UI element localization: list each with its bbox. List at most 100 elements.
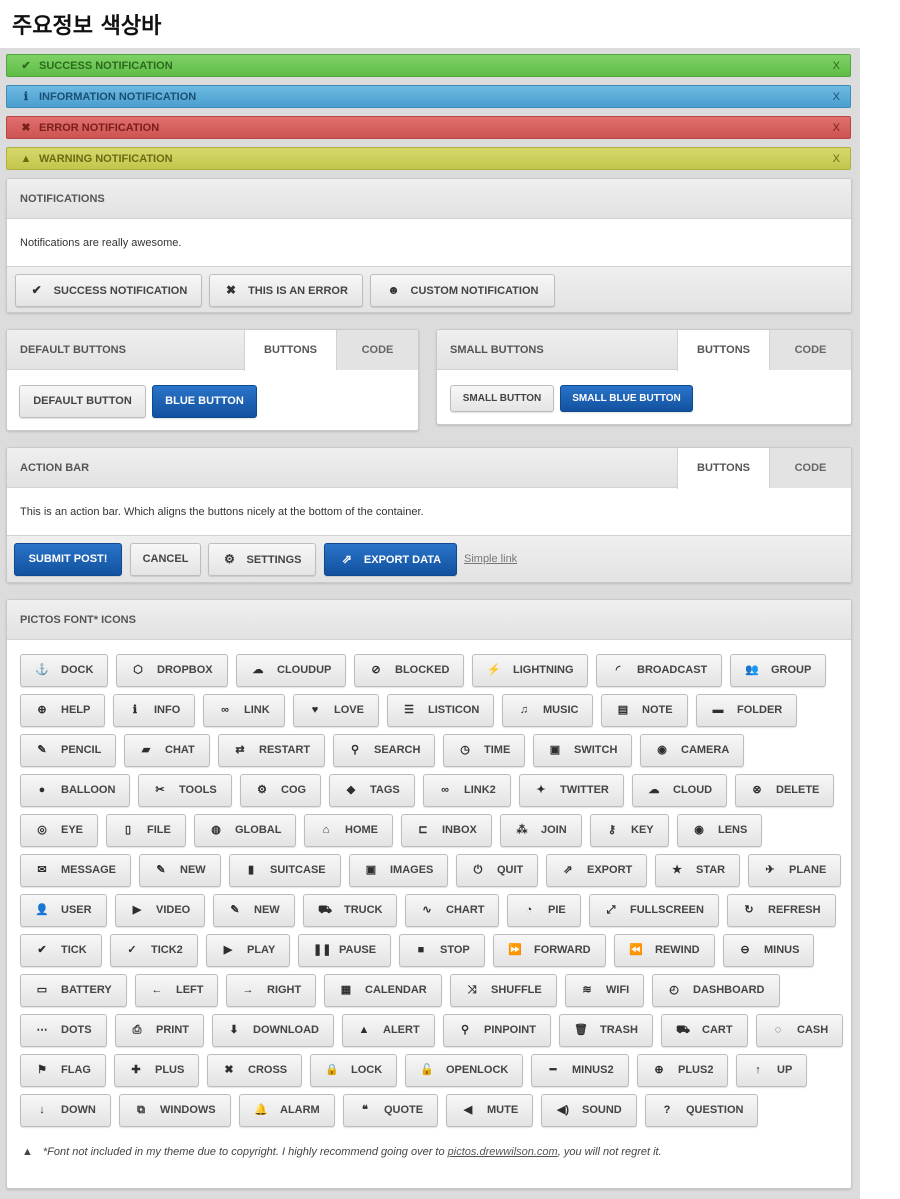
icon-button-question[interactable]: ? QUESTION: [645, 1094, 758, 1127]
settings-button[interactable]: ⚙ SETTINGS: [208, 543, 316, 576]
close-button[interactable]: X: [833, 86, 840, 109]
icon-button-cross[interactable]: ✖ CROSS: [207, 1054, 302, 1087]
icon-button-restart[interactable]: ⇄ RESTART: [218, 734, 325, 767]
tab-code[interactable]: CODE: [336, 330, 418, 370]
icon-button-listicon[interactable]: ☰ LISTICON: [387, 694, 494, 727]
icon-button-mute[interactable]: ◀ MUTE: [446, 1094, 533, 1127]
icon-button-quote[interactable]: ❝ QUOTE: [343, 1094, 438, 1127]
icon-button-pencil[interactable]: ✎ PENCIL: [20, 734, 116, 767]
small-button[interactable]: SMALL BUTTON: [450, 385, 554, 412]
icon-button-pause[interactable]: ❚❚ PAUSE: [298, 934, 391, 967]
icon-button-chat[interactable]: ▰ CHAT: [124, 734, 210, 767]
icon-button-cog[interactable]: ⚙ COG: [240, 774, 321, 807]
icon-button-left[interactable]: ← LEFT: [135, 974, 218, 1007]
icon-button-tags[interactable]: ◆ TAGS: [329, 774, 415, 807]
icon-button-chart[interactable]: ∿ CHART: [405, 894, 499, 927]
icon-button-truck[interactable]: ⛟ TRUCK: [303, 894, 397, 927]
icon-button-broadcast[interactable]: ◜ BROADCAST: [596, 654, 722, 687]
close-button[interactable]: X: [833, 55, 840, 78]
icon-button-new[interactable]: ✎ NEW: [139, 854, 221, 887]
icon-button-cloudup[interactable]: ☁ CLOUDUP: [236, 654, 346, 687]
icon-button-fullscreen[interactable]: ⤢ FULLSCREEN: [589, 894, 719, 927]
icon-button-plus2[interactable]: ⊕ PLUS2: [637, 1054, 728, 1087]
icon-button-switch[interactable]: ▣ SWITCH: [533, 734, 632, 767]
success-notification-button[interactable]: ✔ SUCCESS NOTIFICATION: [15, 274, 202, 307]
icon-button-love[interactable]: ♥ LOVE: [293, 694, 379, 727]
icon-button-cloud[interactable]: ☁ CLOUD: [632, 774, 727, 807]
icon-button-info[interactable]: ℹ INFO: [113, 694, 195, 727]
icon-button-export[interactable]: ⇗ EXPORT: [546, 854, 647, 887]
icon-button-group[interactable]: 👥 GROUP: [730, 654, 826, 687]
icon-button-user[interactable]: 👤 USER: [20, 894, 107, 927]
icon-button-refresh[interactable]: ↻ REFRESH: [727, 894, 836, 927]
icon-button-balloon[interactable]: ● BALLOON: [20, 774, 130, 807]
icon-button-plane[interactable]: ✈ PLANE: [748, 854, 841, 887]
icon-button-tick[interactable]: ✔ TICK: [20, 934, 102, 967]
icon-button-pie[interactable]: ◔ PIE: [507, 894, 581, 927]
icon-button-lens[interactable]: ◉ LENS: [677, 814, 762, 847]
icon-button-tools[interactable]: ✂ TOOLS: [138, 774, 232, 807]
icon-button-download[interactable]: ⬇ DOWNLOAD: [212, 1014, 334, 1047]
submit-post-button[interactable]: SUBMIT POST!: [14, 543, 122, 576]
icon-button-lock[interactable]: 🔒 LOCK: [310, 1054, 397, 1087]
icon-button-video[interactable]: ▶ VIDEO: [115, 894, 205, 927]
export-data-button[interactable]: ⇗ EXPORT DATA: [324, 543, 457, 576]
icon-button-play[interactable]: ▶ PLAY: [206, 934, 290, 967]
icon-button-dots[interactable]: ⋯ DOTS: [20, 1014, 107, 1047]
icon-button-pinpoint[interactable]: ⚲ PINPOINT: [443, 1014, 551, 1047]
icon-button-eye[interactable]: ◎ EYE: [20, 814, 98, 847]
icon-button-flag[interactable]: ⚑ FLAG: [20, 1054, 106, 1087]
icon-button-delete[interactable]: ⊗ DELETE: [735, 774, 834, 807]
small-blue-button[interactable]: SMALL BLUE BUTTON: [560, 385, 693, 412]
icon-button-print[interactable]: ⎙ PRINT: [115, 1014, 204, 1047]
icon-button-star[interactable]: ★ STAR: [655, 854, 740, 887]
icon-button-images[interactable]: ▣ IMAGES: [349, 854, 448, 887]
icon-button-stop[interactable]: ■ STOP: [399, 934, 485, 967]
icon-button-forward[interactable]: ⏩ FORWARD: [493, 934, 606, 967]
icon-button-plus[interactable]: ✚ PLUS: [114, 1054, 199, 1087]
icon-button-openlock[interactable]: 🔓 OPENLOCK: [405, 1054, 523, 1087]
icon-button-time[interactable]: ◷ TIME: [443, 734, 525, 767]
cancel-button[interactable]: CANCEL: [130, 543, 201, 576]
icon-button-up[interactable]: ↑ UP: [736, 1054, 807, 1087]
icon-button-right[interactable]: → RIGHT: [226, 974, 316, 1007]
icon-button-new[interactable]: ✎ NEW: [213, 894, 295, 927]
icon-button-suitcase[interactable]: ▮ SUITCASE: [229, 854, 341, 887]
icon-button-dropbox[interactable]: ⬡ DROPBOX: [116, 654, 228, 687]
icon-button-quit[interactable]: ⏻ QUIT: [456, 854, 538, 887]
icon-button-alert[interactable]: ▲ ALERT: [342, 1014, 435, 1047]
icon-button-sound[interactable]: ◀) SOUND: [541, 1094, 637, 1127]
custom-notification-button[interactable]: ☻ CUSTOM NOTIFICATION: [370, 274, 555, 307]
icon-button-note[interactable]: ▤ NOTE: [601, 694, 688, 727]
icon-button-dock[interactable]: ⚓ DOCK: [20, 654, 108, 687]
close-button[interactable]: X: [833, 117, 840, 140]
icon-button-battery[interactable]: ▭ BATTERY: [20, 974, 127, 1007]
icon-button-key[interactable]: ⚷ KEY: [590, 814, 669, 847]
icon-button-global[interactable]: ◍ GLOBAL: [194, 814, 296, 847]
icon-button-calendar[interactable]: ▦ CALENDAR: [324, 974, 442, 1007]
icon-button-twitter[interactable]: ✦ TWITTER: [519, 774, 624, 807]
icon-button-dashboard[interactable]: ◴ DASHBOARD: [652, 974, 780, 1007]
icon-button-folder[interactable]: ▬ FOLDER: [696, 694, 797, 727]
tab-buttons[interactable]: BUTTONS: [677, 448, 769, 489]
icon-button-shuffle[interactable]: ⤨ SHUFFLE: [450, 974, 557, 1007]
icon-button-trash[interactable]: 🗑 TRASH: [559, 1014, 653, 1047]
icon-button-windows[interactable]: ⧉ WINDOWS: [119, 1094, 231, 1127]
icon-button-rewind[interactable]: ⏪ REWIND: [614, 934, 715, 967]
icon-button-wifi[interactable]: ≋ WIFI: [565, 974, 644, 1007]
icon-button-minus[interactable]: ⊖ MINUS: [723, 934, 814, 967]
icon-button-minus2[interactable]: ━ MINUS2: [531, 1054, 629, 1087]
tab-code[interactable]: CODE: [769, 448, 851, 488]
icon-button-cart[interactable]: ⛟ CART: [661, 1014, 748, 1047]
icon-button-message[interactable]: ✉ MESSAGE: [20, 854, 131, 887]
icon-button-cash[interactable]: ◌ CASH: [756, 1014, 843, 1047]
icon-button-tick2[interactable]: ✓ TICK2: [110, 934, 198, 967]
icon-button-inbox[interactable]: ⊏ INBOX: [401, 814, 492, 847]
icon-button-help[interactable]: ⊕ HELP: [20, 694, 105, 727]
icon-button-home[interactable]: ⌂ HOME: [304, 814, 393, 847]
blue-button[interactable]: BLUE BUTTON: [152, 385, 257, 418]
icon-button-lightning[interactable]: ⚡ LIGHTNING: [472, 654, 588, 687]
footnote-link[interactable]: pictos.drewwilson.com: [448, 1146, 558, 1158]
icon-button-link2[interactable]: ∞ LINK2: [423, 774, 511, 807]
tab-code[interactable]: CODE: [769, 330, 851, 370]
